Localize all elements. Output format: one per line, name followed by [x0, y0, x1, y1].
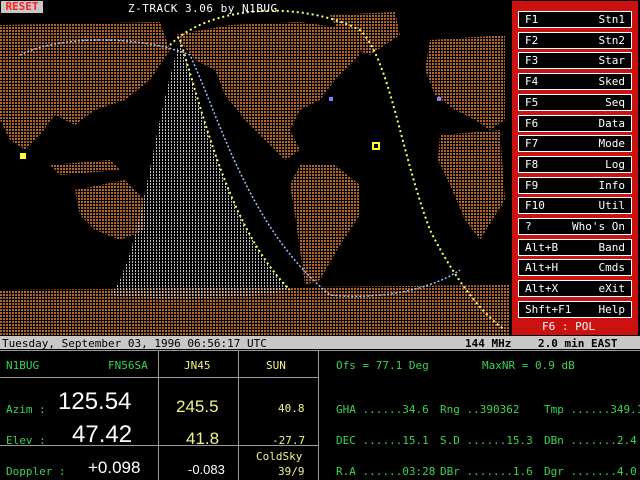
menu-label: Star	[598, 54, 626, 68]
menu-label: Stn1	[598, 13, 626, 26]
menu-label: Who's On	[572, 220, 625, 233]
time-step-text: 2.0 min EAST	[538, 337, 618, 350]
world-map-graphic	[0, 9, 510, 335]
menu-label: eXit	[598, 282, 626, 296]
target-name: SUN	[266, 359, 286, 372]
menu-button-seq[interactable]: F5 Seq	[518, 93, 632, 111]
menu-button-util[interactable]: F10 Util	[518, 197, 632, 215]
azim-value: 125.54	[58, 388, 132, 415]
tmp-text: Tmp ......349.1	[544, 403, 640, 416]
world-map[interactable]	[0, 0, 510, 335]
elev-value-2: 41.8	[186, 429, 220, 448]
doppler-label: Doppler :	[6, 465, 66, 478]
menu-label: Data	[598, 116, 626, 130]
menu-key: F9	[525, 178, 539, 192]
doppler-value-2: -0.083	[188, 462, 225, 477]
sky-label: ColdSky	[256, 450, 303, 463]
col-divider-3	[318, 350, 319, 480]
menu-label: Help	[598, 302, 626, 316]
menu-key: Alt+H	[525, 261, 559, 275]
gha-text: GHA ......34.6	[336, 403, 429, 416]
offset-text: Ofs = 77.1 Deg	[336, 359, 429, 372]
menu-button-exit[interactable]: Alt+X eXit	[518, 280, 632, 298]
menu-label: Cmds	[598, 261, 626, 275]
menu-button-band[interactable]: Alt+B Band	[518, 238, 632, 256]
reset-button[interactable]: RESET	[1, 1, 43, 13]
menu-key: F4	[525, 75, 539, 89]
menu-key: Alt+X	[525, 282, 559, 296]
elev-sun: -27.7	[272, 434, 306, 447]
dgr-text: Dgr .......4.0	[544, 465, 637, 478]
ra-text: R.A ......03:28	[336, 465, 436, 478]
menu-button-stn1[interactable]: F1 Stn1	[518, 11, 632, 28]
doppler-divider	[0, 445, 318, 446]
menu-label: Util	[598, 199, 626, 213]
rng-text: Rng ..390362	[440, 403, 520, 416]
menu-key: F8	[525, 157, 539, 171]
menu-key: Shft+F1	[525, 302, 572, 316]
maxnr-text: MaxNR = 0.9 dB	[482, 359, 575, 372]
azim-sun: 40.8	[278, 402, 305, 415]
subsolar-marker	[372, 142, 380, 150]
menu-label: Info	[598, 178, 626, 192]
menu-label: Seq	[605, 95, 625, 109]
menu-button-who-s-on[interactable]: ? Who's On	[518, 218, 632, 235]
elev-value: 47.42	[72, 421, 133, 448]
menu-button-mode[interactable]: F7 Mode	[518, 135, 632, 153]
azim-value-2: 245.5	[176, 397, 219, 416]
menu-key: F7	[525, 137, 539, 151]
menu-button-data[interactable]: F6 Data	[518, 114, 632, 132]
menu-key: F6	[525, 116, 539, 130]
menu-label: Mode	[598, 137, 626, 151]
menu-label: Log	[605, 157, 625, 171]
sky-value: 39/9	[278, 465, 305, 478]
dbn-text: DBn .......2.4	[544, 434, 637, 447]
station2-marker	[437, 97, 441, 101]
col-divider-1	[158, 350, 159, 480]
sun-marker[interactable]	[20, 153, 26, 159]
doppler-value: +0.098	[88, 458, 141, 477]
menu-button-stn2[interactable]: F2 Stn2	[518, 31, 632, 49]
menu-key: F3	[525, 54, 539, 68]
menu-key: F5	[525, 95, 539, 109]
col-divider-2	[238, 350, 239, 480]
menu-button-sked[interactable]: F4 Sked	[518, 73, 632, 91]
menu-label: Sked	[598, 75, 626, 89]
mode-status: F6 : POL	[542, 320, 595, 333]
function-menu: F1 Stn1 F2 Stn2 F3 Star F4 Sked F5 Seq F6 Data F7 Mod…	[512, 1, 638, 335]
menu-key: F2	[525, 33, 539, 47]
menu-button-star[interactable]: F3 Star	[518, 52, 632, 70]
station-call: N1BUG	[6, 359, 40, 372]
station-grid2: JN45	[184, 359, 211, 372]
dbr-text: DBr .......1.6	[440, 465, 533, 478]
band-text: 144 MHz	[465, 337, 512, 350]
menu-key: Alt+B	[525, 240, 559, 254]
menu-key: F10	[525, 199, 545, 213]
azim-label: Azim :	[6, 403, 46, 416]
menu-key: ?	[525, 220, 532, 233]
menu-label: Stn2	[598, 33, 626, 47]
station1-marker	[329, 97, 333, 101]
panel-top-border	[0, 350, 640, 351]
menu-label: Band	[598, 240, 626, 254]
datetime-text: Tuesday, September 03, 1996 06:56:17 UTC	[2, 337, 267, 350]
menu-button-info[interactable]: F9 Info	[518, 176, 632, 194]
menu-button-cmds[interactable]: Alt+H Cmds	[518, 259, 632, 277]
header-divider	[0, 377, 318, 378]
data-panel: N1BUG FN56SA JN45 SUN Azim : 125.54 245.…	[0, 350, 640, 480]
sd-text: S.D ......15.3	[440, 434, 533, 447]
menu-button-help[interactable]: Shft+F1 Help	[518, 300, 632, 318]
menu-key: F1	[525, 13, 539, 26]
menu-button-log[interactable]: F8 Log	[518, 155, 632, 173]
app-title: Z-TRACK 3.06 by N1BUG	[128, 2, 278, 15]
dec-text: DEC ......15.1	[336, 434, 429, 447]
elev-label: Elev :	[6, 434, 46, 447]
station-grid1: FN56SA	[108, 359, 148, 372]
